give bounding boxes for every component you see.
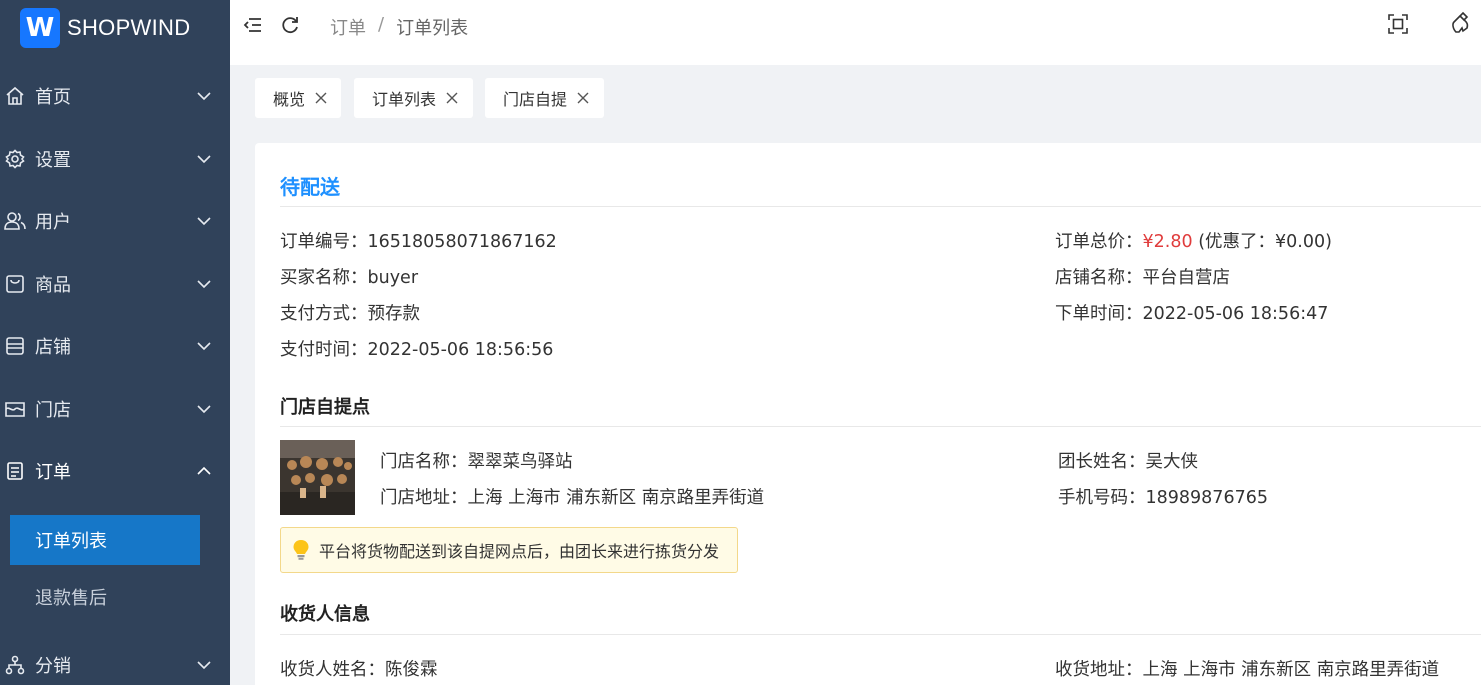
- order-status: 待配送: [280, 175, 340, 199]
- sidebar-item-label: 订单: [35, 462, 71, 483]
- refresh-icon[interactable]: [279, 14, 301, 36]
- tab-label: 订单列表: [372, 90, 437, 109]
- order-total: 订单总价：¥2.80 (优惠了：¥0.00): [1055, 232, 1332, 252]
- order-detail-card: 待配送 订单编号：16518058071867162 买家名称：buyer 支付…: [255, 143, 1481, 685]
- chevron-down-icon: [197, 405, 211, 414]
- sidebar-item-shops[interactable]: 门店: [0, 389, 230, 429]
- total-price: ¥2.80: [1142, 232, 1193, 252]
- top-header: 订单 / 订单列表: [230, 0, 1481, 65]
- leader-name: 团长姓名：吴大侠: [1058, 452, 1198, 472]
- sidebar-item-label: 店铺: [35, 337, 71, 358]
- order-time: 下单时间：2022-05-06 18:56:47: [1055, 304, 1329, 324]
- chevron-up-icon: [197, 466, 211, 475]
- chevron-down-icon: [197, 661, 211, 670]
- sidebar-item-label: 设置: [35, 150, 71, 171]
- buyer-name: 买家名称：buyer: [280, 268, 419, 288]
- network-icon: [4, 654, 26, 676]
- breadcrumb-separator: /: [378, 14, 385, 35]
- tab-overview[interactable]: 概览: [255, 78, 341, 118]
- payment-method: 支付方式：预存款: [280, 304, 420, 324]
- users-icon: [4, 210, 26, 232]
- breadcrumb-current: 订单列表: [396, 18, 469, 39]
- tab-store-pickup[interactable]: 门店自提: [485, 78, 604, 118]
- sidebar-item-distribution[interactable]: 分销: [0, 645, 230, 685]
- tip-text: 平台将货物配送到该自提网点后，由团长来进行拣货分发: [319, 542, 720, 561]
- divider: [280, 634, 1481, 635]
- sidebar-item-label: 商品: [35, 275, 71, 296]
- sidebar-item-orders[interactable]: 订单: [0, 451, 230, 491]
- store-name: 店铺名称：平台自营店: [1055, 268, 1230, 288]
- lightbulb-icon: [293, 540, 309, 560]
- tab-label: 门店自提: [503, 90, 568, 109]
- submenu-item-refunds[interactable]: 退款售后: [10, 572, 200, 622]
- sidebar-item-label: 用户: [35, 212, 71, 233]
- store-photo: [280, 440, 355, 515]
- fullscreen-icon[interactable]: [1387, 13, 1409, 35]
- sidebar-item-users[interactable]: 用户: [0, 201, 230, 241]
- logo-icon: W: [20, 8, 60, 48]
- home-icon: [4, 85, 26, 107]
- gear-icon: [4, 148, 26, 170]
- brand-name: SHOPWIND: [67, 15, 191, 40]
- divider: [280, 426, 1481, 427]
- chevron-down-icon: [197, 217, 211, 226]
- close-icon[interactable]: [577, 92, 589, 104]
- pickup-tip: 平台将货物配送到该自提网点后，由团长来进行拣货分发: [280, 527, 738, 573]
- pickup-section-title: 门店自提点: [280, 397, 370, 418]
- leader-phone: 手机号码：18989876765: [1058, 488, 1268, 508]
- chevron-down-icon: [197, 280, 211, 289]
- sidebar: W SHOPWIND 首页 设置 用户 商品 店铺 门店 订单 订单列表 退款售…: [0, 0, 230, 685]
- consignee-section-title: 收货人信息: [280, 604, 370, 625]
- chevron-down-icon: [197, 342, 211, 351]
- breadcrumb-item[interactable]: 订单: [330, 14, 366, 40]
- collapse-menu-icon[interactable]: [242, 14, 264, 36]
- document-icon: [4, 460, 26, 482]
- consignee-address: 收货地址：上海 上海市 浦东新区 南京路里弄街道: [1055, 660, 1440, 680]
- discount: (优惠了：¥0.00): [1198, 232, 1332, 252]
- sidebar-item-label: 门店: [35, 400, 71, 421]
- submenu-item-order-list[interactable]: 订单列表: [10, 515, 200, 565]
- store-icon: [4, 335, 26, 357]
- brand-logo[interactable]: W SHOPWIND: [0, 0, 230, 56]
- sidebar-item-products[interactable]: 商品: [0, 264, 230, 304]
- sidebar-item-stores[interactable]: 店铺: [0, 326, 230, 366]
- breadcrumb: 订单 / 订单列表: [330, 14, 468, 40]
- consignee-name: 收货人姓名：陈俊霖: [280, 660, 438, 680]
- divider: [280, 206, 1481, 207]
- close-icon[interactable]: [315, 92, 327, 104]
- close-icon[interactable]: [446, 92, 458, 104]
- sidebar-item-label: 分销: [35, 656, 71, 677]
- order-number: 订单编号：16518058071867162: [280, 232, 557, 252]
- pickup-store-name: 门店名称：翠翠菜鸟驿站: [380, 452, 573, 472]
- chevron-down-icon: [197, 92, 211, 101]
- payment-time: 支付时间：2022-05-06 18:56:56: [280, 340, 554, 360]
- pickup-store-address: 门店地址：上海 上海市 浦东新区 南京路里弄街道: [380, 488, 765, 508]
- sidebar-item-home[interactable]: 首页: [0, 76, 230, 116]
- shop-icon: [4, 398, 26, 420]
- tab-order-list[interactable]: 订单列表: [354, 78, 473, 118]
- tab-label: 概览: [273, 90, 306, 109]
- chevron-down-icon: [197, 155, 211, 164]
- sidebar-item-settings[interactable]: 设置: [0, 139, 230, 179]
- bag-icon: [4, 273, 26, 295]
- clear-cache-icon[interactable]: [1450, 11, 1472, 34]
- sidebar-item-label: 首页: [35, 87, 71, 108]
